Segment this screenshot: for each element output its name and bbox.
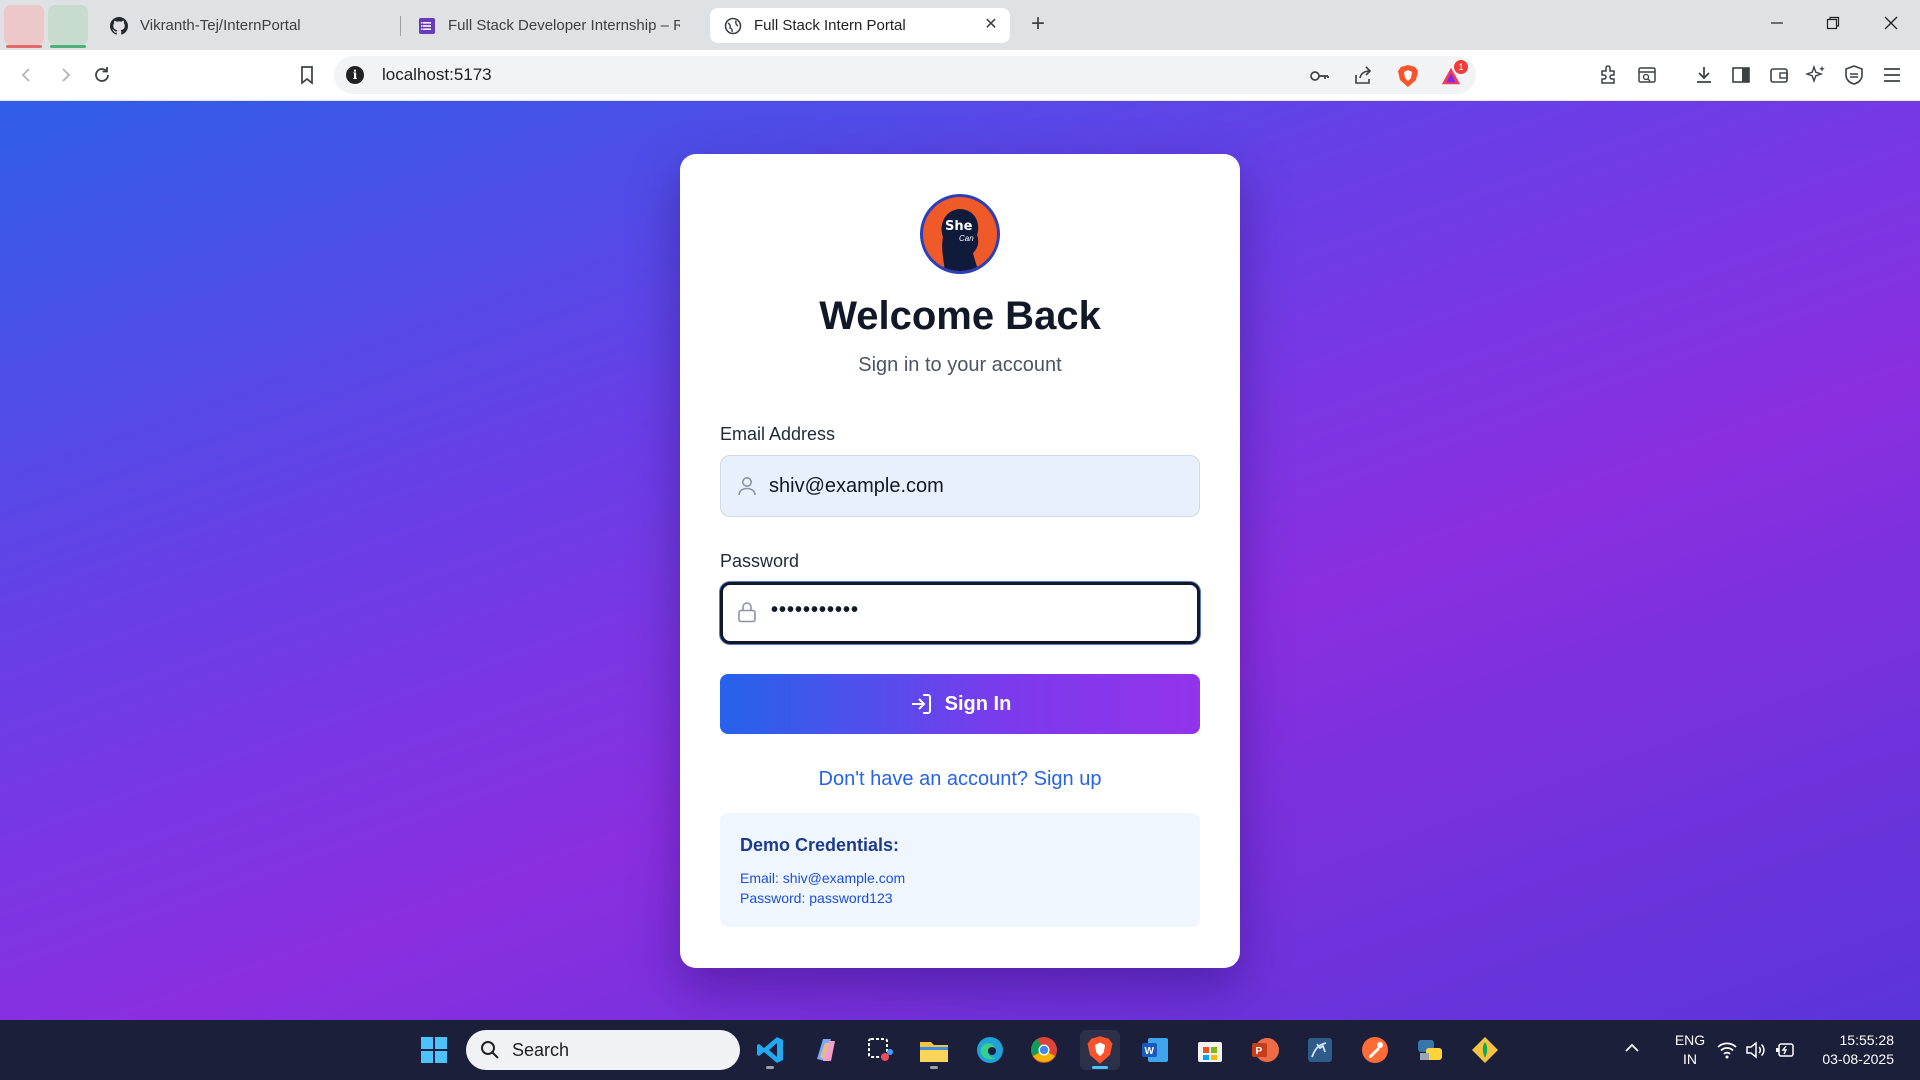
page-background: She Can Welcome Back Sign in to your acc… [0, 101, 1920, 1020]
search-placeholder: Search [512, 1039, 570, 1060]
battery-icon[interactable] [1774, 1040, 1796, 1063]
demo-title: Demo Credentials: [740, 835, 900, 855]
chrome-icon[interactable] [1024, 1030, 1064, 1070]
login-card: She Can Welcome Back Sign in to your acc… [680, 154, 1240, 968]
extensions-icon[interactable] [1596, 62, 1622, 88]
tab-divider [400, 16, 401, 36]
powerpoint-icon[interactable]: P [1245, 1030, 1285, 1070]
svg-text:P: P [1256, 1046, 1263, 1057]
wifi-icon[interactable] [1716, 1040, 1738, 1063]
edge-icon[interactable] [970, 1030, 1010, 1070]
mysql-workbench-icon[interactable] [1300, 1030, 1340, 1070]
minimize-icon[interactable] [1762, 10, 1792, 38]
brave-taskbar-icon[interactable] [1080, 1030, 1120, 1070]
show-hidden-icons[interactable] [1622, 1038, 1642, 1061]
email-field[interactable] [720, 455, 1200, 517]
vscode-icon[interactable] [750, 1030, 790, 1070]
close-tab-icon[interactable]: ✕ [982, 16, 1000, 34]
reload-icon[interactable] [89, 62, 115, 88]
page-title: Welcome Back [819, 294, 1101, 338]
workspace-button-1[interactable] [4, 5, 44, 48]
vpn-shield-icon[interactable] [1841, 62, 1867, 88]
svg-text:W: W [1145, 1046, 1155, 1057]
workspace-button-2[interactable] [48, 5, 88, 48]
language-text: ENG [1674, 1032, 1706, 1048]
demo-password: Password: password123 [740, 890, 893, 906]
language-indicator[interactable]: ENG IN [1668, 1031, 1712, 1069]
postman-icon[interactable] [1355, 1030, 1395, 1070]
user-icon [735, 474, 759, 498]
menu-icon[interactable] [1879, 62, 1905, 88]
logo-subtext: Can [959, 234, 974, 243]
search-icon [481, 1041, 499, 1059]
logo-text: She [945, 219, 973, 234]
taskbar: Search W P ENG IN 15:55:28 03-08-2025 [0, 1020, 1920, 1080]
tab-title: Vikranth-Tej/InternPortal [140, 17, 301, 34]
download-icon[interactable] [1691, 62, 1717, 88]
forward-icon[interactable] [52, 62, 78, 88]
sign-up-link[interactable]: Don't have an account? Sign up [680, 768, 1240, 791]
wallet-icon[interactable] [1766, 62, 1792, 88]
password-input[interactable] [771, 582, 1181, 638]
microsoft-store-icon[interactable] [1190, 1030, 1230, 1070]
region-text: IN [1683, 1051, 1697, 1067]
back-icon[interactable] [14, 62, 40, 88]
brave-shields-icon[interactable] [1397, 65, 1419, 87]
rewards-badge: 1 [1454, 60, 1468, 74]
word-icon[interactable]: W [1135, 1030, 1175, 1070]
snipping-tool-icon[interactable] [860, 1030, 900, 1070]
she-can-logo: She Can [920, 194, 1000, 274]
demo-email: Email: shiv@example.com [740, 870, 906, 886]
leo-ai-icon[interactable] [1803, 62, 1829, 88]
sidebar-icon[interactable] [1728, 62, 1754, 88]
copilot-icon[interactable] [806, 1030, 846, 1070]
password-label: Password [720, 551, 800, 571]
globe-icon [724, 17, 742, 35]
sign-in-label: Sign In [944, 692, 1012, 715]
clock-time: 15:55:28 [1839, 1032, 1895, 1048]
taskbar-search[interactable]: Search [466, 1030, 740, 1070]
password-field[interactable] [720, 582, 1200, 644]
site-info-icon[interactable]: i [346, 66, 364, 84]
tab-intern-portal[interactable]: Full Stack Intern Portal ✕ [710, 8, 1010, 43]
mongodb-compass-icon[interactable] [1465, 1030, 1505, 1070]
page-subtitle: Sign in to your account [858, 354, 1062, 376]
brave-rewards-icon[interactable]: 1 [1440, 60, 1468, 87]
sign-in-icon [909, 692, 933, 716]
new-tab-button[interactable]: + [1026, 10, 1050, 38]
tab-google-form[interactable]: Full Stack Developer Internship – Rou [404, 8, 694, 43]
email-input[interactable] [769, 456, 1179, 516]
email-label: Email Address [720, 424, 836, 444]
file-explorer-icon[interactable] [914, 1030, 954, 1070]
url-text: localhost:5173 [382, 65, 492, 84]
key-icon[interactable] [1308, 65, 1330, 87]
tab-search-icon[interactable] [1634, 62, 1660, 88]
tab-title: Full Stack Intern Portal [754, 17, 906, 34]
tab-strip: Vikranth-Tej/InternPortal Full Stack Dev… [0, 0, 1920, 50]
python-icon[interactable] [1410, 1030, 1450, 1070]
forms-icon [418, 17, 436, 35]
share-icon[interactable] [1352, 65, 1374, 87]
windows-start-icon[interactable] [414, 1030, 454, 1070]
sign-in-button[interactable]: Sign In [720, 674, 1200, 734]
demo-credentials-box: Demo Credentials: Email: shiv@example.co… [720, 813, 1200, 927]
browser-toolbar: i localhost:5173 1 [0, 50, 1920, 101]
bookmark-icon[interactable] [294, 62, 320, 88]
tab-title: Full Stack Developer Internship – Rou [448, 17, 680, 34]
tab-github[interactable]: Vikranth-Tej/InternPortal [96, 8, 396, 43]
github-icon [110, 16, 128, 35]
lock-icon [735, 600, 759, 624]
clock-date: 03-08-2025 [1822, 1051, 1894, 1067]
volume-icon[interactable] [1745, 1040, 1767, 1063]
restore-icon[interactable] [1818, 10, 1848, 38]
address-bar[interactable]: i localhost:5173 1 [334, 56, 1476, 94]
close-window-icon[interactable] [1876, 10, 1906, 38]
clock[interactable]: 15:55:28 03-08-2025 [1814, 1031, 1894, 1069]
